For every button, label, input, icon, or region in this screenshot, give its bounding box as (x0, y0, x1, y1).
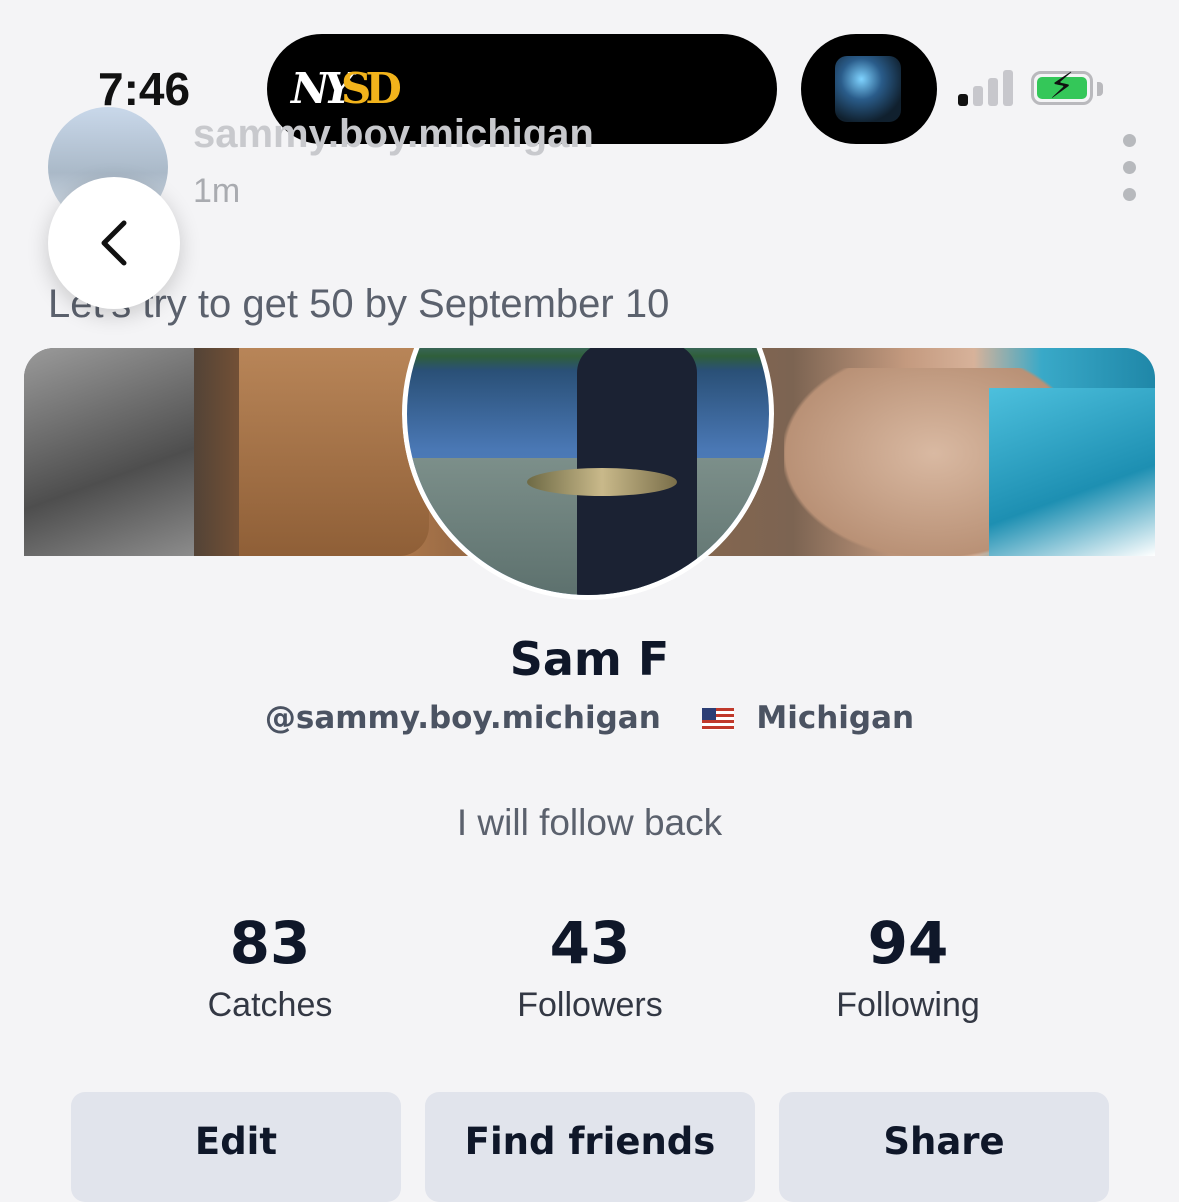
padres-logo-icon: SD (341, 64, 402, 113)
charging-bolt-icon: ⚡ (1049, 66, 1075, 107)
stat-catches-label: Catches (207, 986, 333, 1024)
profile-bio: I will follow back (456, 802, 723, 843)
cover-blanket (24, 348, 194, 556)
photo-fish (527, 468, 677, 496)
stat-following[interactable]: 94 Following (758, 908, 1058, 1025)
battery-tip (1097, 82, 1103, 96)
chevron-left-icon (101, 220, 127, 266)
find-friends-button[interactable]: Find friends (425, 1092, 755, 1202)
profile-meta: @sammy.boy.michigan Michigan (0, 700, 1179, 736)
stat-followers-label: Followers (517, 986, 663, 1024)
post-username[interactable]: sammy.boy.michigan (193, 112, 594, 157)
stat-followers-value: 43 (549, 909, 631, 977)
share-button[interactable]: Share (779, 1092, 1109, 1202)
stat-followers[interactable]: 43 Followers (440, 908, 740, 1025)
cellular-signal-icon (958, 70, 1016, 106)
edit-button[interactable]: Edit (71, 1092, 401, 1202)
stat-following-value: 94 (867, 909, 949, 977)
us-flag-icon (701, 708, 734, 730)
yankees-logo-icon: NY (291, 64, 353, 113)
more-vertical-icon[interactable] (1117, 134, 1141, 201)
now-playing-island[interactable] (801, 34, 937, 144)
back-button[interactable] (48, 177, 180, 309)
cover-shirt (989, 388, 1155, 556)
profile-location: Michigan (756, 700, 915, 736)
profile-handle: @sammy.boy.michigan (264, 700, 661, 736)
stat-following-label: Following (836, 986, 980, 1024)
cover-seat (239, 348, 429, 556)
album-art-icon (835, 56, 901, 122)
stat-catches[interactable]: 83 Catches (120, 908, 420, 1025)
post-time: 1m (193, 172, 241, 210)
profile-name: Sam F (509, 632, 670, 686)
stat-catches-value: 83 (229, 909, 311, 977)
